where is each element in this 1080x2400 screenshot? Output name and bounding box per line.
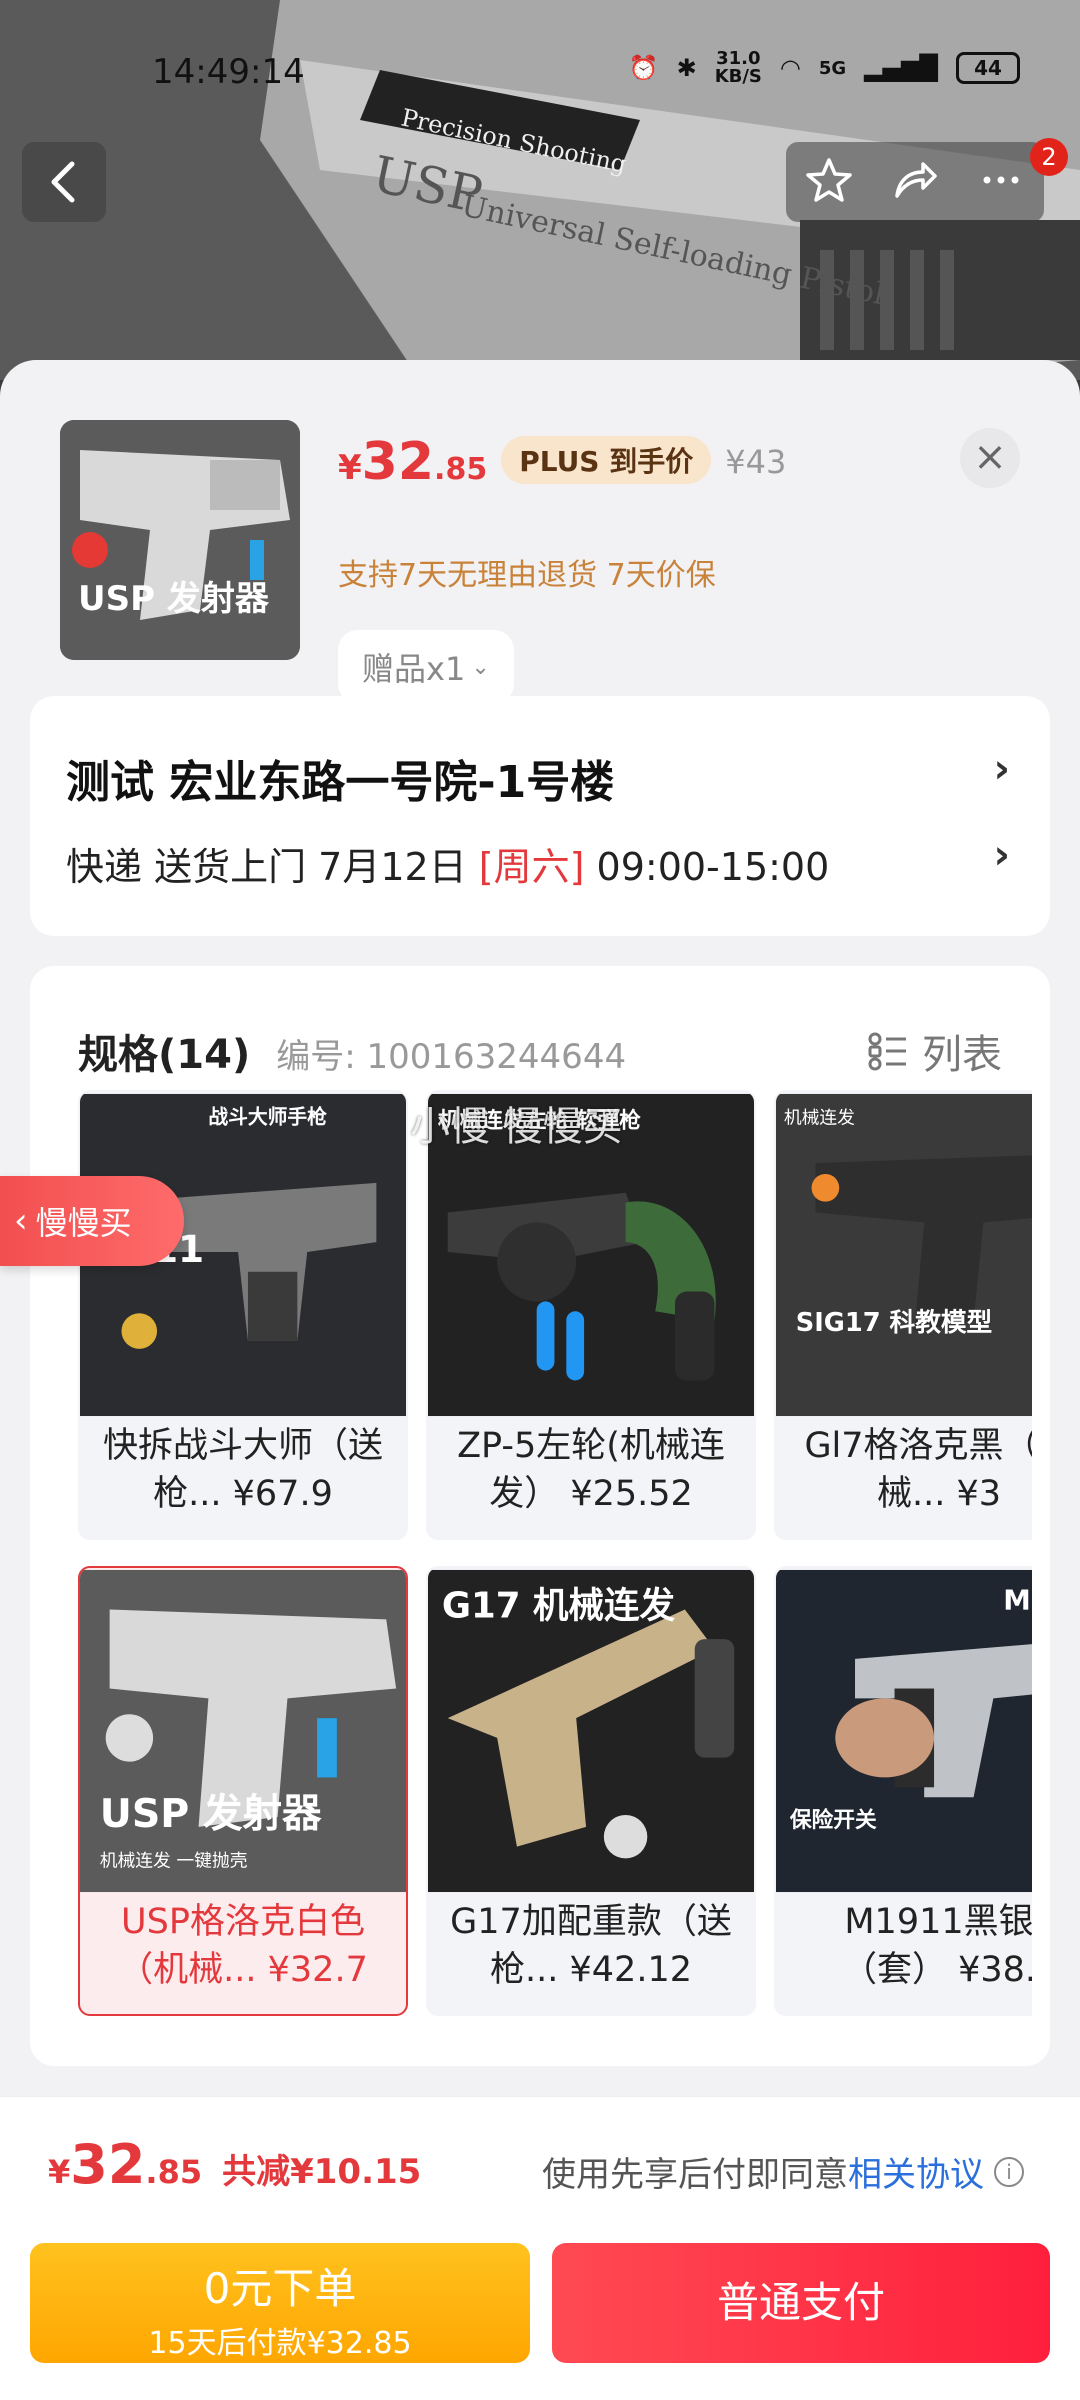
signal-icon: ▂▄▆█ [864, 54, 938, 82]
chevron-down-icon: ⌄ [471, 654, 490, 680]
delivery-schedule[interactable]: 快递 送货上门 7月12日 [周六] 09:00-15:00 [66, 836, 829, 891]
alarm-icon: ⏰ [628, 54, 659, 82]
spec-option-label: Gl7格洛克黑（机械... ¥3 [804, 1426, 1032, 1514]
gift-label: 赠品x1 [362, 650, 466, 688]
plus-price-tag: PLUS 到手价 [501, 436, 712, 484]
list-view-label: 列表 [922, 1032, 1002, 1078]
spec-option-image: 保险开关 M1911 [776, 1569, 1032, 1893]
svg-text:保险开关: 保险开关 [789, 1807, 877, 1833]
more-dots-icon [983, 176, 1019, 184]
svg-text:USP 发射器: USP 发射器 [78, 579, 270, 619]
spec-option[interactable]: 2011 战斗大师手枪 快拆战斗大师（送枪... ¥67.9 [78, 1090, 408, 1540]
svg-text:SIG17 科教模型: SIG17 科教模型 [796, 1308, 992, 1338]
favorite-button[interactable] [803, 154, 855, 210]
product-summary: USP 发射器 ¥32.85 PLUS 到手价 ¥43 × 支持7天无理由退货 … [60, 420, 1020, 704]
share-button[interactable] [889, 154, 941, 210]
agreement-link[interactable]: 相关协议 [848, 2147, 984, 2196]
delivery-time: 09:00-15:00 [596, 845, 830, 889]
chevron-right-icon: › [993, 746, 1010, 792]
gift-selector[interactable]: 赠品x1 ⌄ [338, 630, 514, 704]
pay-later-title: 0元下单 [203, 2264, 357, 2313]
spec-header: 规格(14) 编号: 100163244644 [78, 1022, 626, 1080]
price-decimal: .85 [434, 452, 488, 487]
total-decimal: .85 [145, 2153, 203, 2191]
original-price: ¥43 [725, 443, 787, 481]
spec-option-label: G17加配重款（送枪... ¥42.12 [450, 1902, 732, 1990]
service-promise: 支持7天无理由退货 7天价保 [338, 558, 716, 593]
delivery-address: 测试 宏业东路一号院-1号楼 [66, 757, 615, 808]
total-amount: ¥32.85 [48, 2133, 202, 2196]
current-price: ¥32.85 [338, 432, 487, 492]
purchase-sheet: USP 发射器 ¥32.85 PLUS 到手价 ¥43 × 支持7天无理由退货 … [0, 360, 1080, 2400]
spec-option-label: ZP-5左轮(机械连发） ¥25.52 [457, 1426, 725, 1514]
wifi-icon: ◠ [779, 54, 801, 82]
svg-text:G17 机械连发: G17 机械连发 [442, 1585, 676, 1626]
status-bar: 14:49:14 ⏰ ✱ 31.0 KB/S ◠ 5G ▂▄▆█ 44 [0, 44, 1080, 104]
more-button[interactable] [975, 154, 1027, 210]
price-currency: ¥ [338, 448, 362, 488]
spec-option[interactable]: SIG17 科教模型 机械连发 Gl7格洛克黑（机械... ¥3 [774, 1090, 1032, 1540]
pay-later-subtitle: 15天后付款¥32.85 [148, 2326, 412, 2361]
star-icon [806, 158, 852, 202]
total-saving: 共减¥10.15 [222, 2152, 422, 2192]
bluetooth-icon: ✱ [676, 54, 697, 82]
delivery-date: 快递 送货上门 7月12日 [66, 845, 467, 889]
svg-text:USP 发射器: USP 发射器 [100, 1791, 322, 1837]
net-speed: 31.0 KB/S [715, 50, 762, 86]
svg-text:M1911: M1911 [1003, 1583, 1032, 1616]
spec-option-label: M1911黑银（套） ¥38. [841, 1902, 1032, 1990]
spec-option-label: 快拆战斗大师（送枪... ¥67.9 [102, 1426, 383, 1514]
total-integer: 32 [70, 2133, 146, 2196]
notification-badge: 2 [1030, 138, 1068, 176]
list-icon [868, 1032, 906, 1071]
product-thumbnail[interactable]: USP 发射器 [60, 420, 300, 660]
spec-option-image: SIG17 科教模型 机械连发 [776, 1093, 1032, 1417]
battery-icon: 44 [956, 52, 1020, 84]
chevron-left-icon [51, 161, 75, 203]
floating-tab-label: 慢慢买 [35, 1204, 132, 1242]
total-currency: ¥ [48, 2153, 71, 2191]
checkout-bar: ¥32.85 共减¥10.15 使用先享后付即同意 相关协议 i 0元下单 15… [0, 2096, 1080, 2400]
close-button[interactable]: × [960, 428, 1020, 488]
spec-grid: 2011 战斗大师手枪 快拆战斗大师（送枪... ¥67.9 机械连发左轮 软弹… [78, 1090, 1032, 2030]
price-integer: 32 [361, 432, 435, 492]
spec-option-selected[interactable]: USP 发射器 机械连发 一键抛壳 USP格洛克白色（机械... ¥32.7 [78, 1566, 408, 2016]
share-icon [895, 162, 937, 198]
spec-option-image: USP 发射器 机械连发 一键抛壳 [80, 1569, 406, 1893]
manmanmai-floating-tab[interactable]: ‹ 慢慢买 [0, 1176, 184, 1266]
spec-option-image: G17 机械连发 [428, 1569, 754, 1893]
product-thumbnail-image: USP 发射器 [60, 420, 300, 660]
status-time: 14:49:14 [152, 52, 305, 92]
svg-text:机械连发: 机械连发 [784, 1108, 855, 1129]
chevron-right-icon: › [993, 832, 1010, 878]
list-view-toggle[interactable]: 列表 [868, 1022, 1002, 1080]
product-code: 编号: 100163244644 [276, 1037, 627, 1077]
normal-pay-button[interactable]: 普通支付 [552, 2243, 1050, 2363]
address-card[interactable]: 测试 宏业东路一号院-1号楼 › 快递 送货上门 7月12日 [周六] 09:0… [30, 696, 1050, 936]
agreement-notice: 使用先享后付即同意 相关协议 i [542, 2147, 1024, 2196]
net-speed-unit: KB/S [714, 66, 762, 87]
chevron-left-icon: ‹ [14, 1201, 28, 1241]
back-button[interactable] [22, 142, 106, 222]
pay-later-button[interactable]: 0元下单 15天后付款¥32.85 [30, 2243, 530, 2363]
price-row: ¥32.85 PLUS 到手价 ¥43 [338, 432, 786, 492]
spec-option[interactable]: G17 机械连发 G17加配重款（送枪... ¥42.12 [426, 1566, 756, 2016]
status-icons: ⏰ ✱ 31.0 KB/S ◠ 5G ▂▄▆█ 44 [629, 50, 1020, 86]
delivery-weekday: [周六] [478, 845, 585, 889]
product-hero-image: Precision Shooting USP Universal Self-lo… [0, 0, 1080, 380]
watermark: 小慢 慢慢买 [410, 1104, 623, 1150]
agreement-text: 使用先享后付即同意 [542, 2155, 848, 2195]
svg-text:机械连发 一键抛壳: 机械连发 一键抛壳 [100, 1850, 248, 1871]
spec-option[interactable]: 机械连发左轮 软弹枪 ZP-5左轮(机械连发） ¥25.52 [426, 1090, 756, 1540]
svg-text:战斗大师手枪: 战斗大师手枪 [208, 1106, 327, 1129]
total-price: ¥32.85 共减¥10.15 [48, 2133, 421, 2196]
spec-option-label: USP格洛克白色（机械... ¥32.7 [118, 1902, 368, 1990]
info-icon[interactable]: i [994, 2156, 1024, 2187]
spec-option[interactable]: 保险开关 M1911 M1911黑银（套） ¥38. [774, 1566, 1032, 2016]
spec-selector-card: 规格(14) 编号: 100163244644 列表 战斗大师手枪 快拆战斗大师… [30, 966, 1050, 2066]
spec-title: 规格(14) [78, 1032, 251, 1078]
header-actions [786, 142, 1044, 222]
signal-label: 5G [818, 57, 847, 79]
